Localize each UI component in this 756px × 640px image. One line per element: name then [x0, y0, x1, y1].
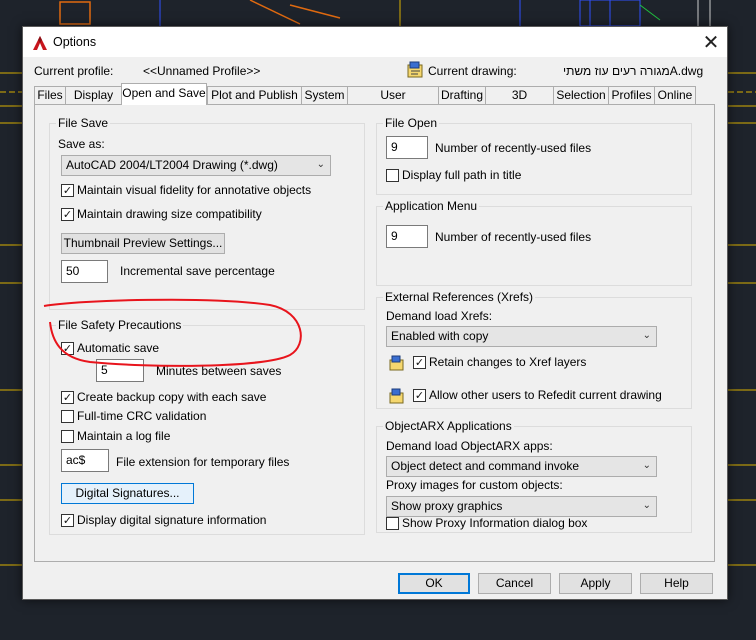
xrefs-title: External References (Xrefs)	[383, 290, 536, 304]
drawing-size-checkbox[interactable]: ✓	[61, 208, 74, 221]
file-safety-group: File Safety Precautions ✓ Automatic save…	[49, 318, 365, 535]
file-save-title: File Save	[56, 116, 111, 130]
save-as-dropdown[interactable]: AutoCAD 2004/LT2004 Drawing (*.dwg) ⌄	[61, 155, 331, 176]
digital-signatures-button[interactable]: Digital Signatures...	[61, 483, 194, 504]
save-as-label: Save as:	[58, 137, 105, 151]
tab-selection[interactable]: Selection	[553, 86, 609, 105]
drawing-size-label: Maintain drawing size compatibility	[77, 207, 262, 221]
demand-load-arx-dropdown[interactable]: Object detect and command invoke ⌄	[386, 456, 657, 477]
retain-xref-checkbox[interactable]: ✓	[413, 356, 426, 369]
chevron-down-icon: ⌄	[642, 460, 651, 471]
tab-drafting[interactable]: Drafting	[438, 86, 486, 105]
close-icon[interactable]: ✕	[695, 27, 727, 57]
proxy-images-dropdown[interactable]: Show proxy graphics ⌄	[386, 496, 657, 517]
demand-load-arx-value: Object detect and command invoke	[391, 459, 580, 473]
file-save-group: File Save Save as: AutoCAD 2004/LT2004 D…	[49, 116, 365, 310]
options-dialog: Options ✕ Current profile: <<Unnamed Pro…	[22, 26, 728, 600]
visual-fidelity-checkbox[interactable]: ✓	[61, 184, 74, 197]
help-button[interactable]: Help	[640, 573, 713, 594]
file-open-title: File Open	[383, 116, 440, 130]
xrefs-group: External References (Xrefs) Demand load …	[376, 290, 692, 409]
tab-plot-and-publish[interactable]: Plot and Publish	[207, 86, 302, 105]
automatic-save-label: Automatic save	[77, 341, 160, 355]
demand-load-xrefs-value: Enabled with copy	[391, 329, 489, 343]
current-drawing-label: Current drawing:	[428, 64, 517, 78]
minutes-between-saves-label: Minutes between saves	[156, 364, 282, 378]
thumbnail-preview-button[interactable]: Thumbnail Preview Settings...	[61, 233, 225, 254]
current-drawing-value: מגורה רעים עוז משתיA.dwg	[563, 64, 704, 78]
crc-validation-label: Full-time CRC validation	[77, 409, 207, 423]
log-file-label: Maintain a log file	[77, 429, 171, 443]
tab-system[interactable]: System	[301, 86, 348, 105]
backup-copy-checkbox[interactable]: ✓	[61, 391, 74, 404]
file-safety-title: File Safety Precautions	[56, 318, 184, 332]
tab-profiles[interactable]: Profiles	[608, 86, 655, 105]
display-signature-checkbox[interactable]: ✓	[61, 514, 74, 527]
allow-refedit-label: Allow other users to Refedit current dra…	[429, 388, 662, 402]
minutes-between-saves-input[interactable]: 5	[96, 359, 144, 382]
incremental-save-label: Incremental save percentage	[120, 264, 275, 278]
autocad-logo-icon	[33, 36, 47, 50]
automatic-save-checkbox[interactable]: ✓	[61, 342, 74, 355]
file-open-group: File Open 9 Number of recently-used file…	[376, 116, 692, 195]
ok-button[interactable]: OK	[398, 573, 470, 594]
open-and-save-page: File Save Save as: AutoCAD 2004/LT2004 D…	[34, 104, 715, 562]
tab-open-and-save[interactable]: Open and Save	[121, 83, 207, 105]
application-menu-title: Application Menu	[383, 199, 480, 213]
objectarx-group: ObjectARX Applications Demand load Objec…	[376, 419, 692, 533]
app-menu-recent-input[interactable]: 9	[386, 225, 428, 248]
tab-online[interactable]: Online	[654, 86, 696, 105]
retain-xref-label: Retain changes to Xref layers	[429, 355, 587, 369]
crc-validation-checkbox[interactable]	[61, 410, 74, 423]
demand-load-xrefs-label: Demand load Xrefs:	[386, 309, 493, 323]
dialog-title: Options	[53, 35, 97, 49]
full-path-label: Display full path in title	[402, 168, 522, 182]
temp-extension-input[interactable]: ac$	[61, 449, 109, 472]
chevron-down-icon: ⌄	[642, 500, 651, 511]
application-menu-group: Application Menu 9 Number of recently-us…	[376, 199, 692, 286]
current-profile-value: <<Unnamed Profile>>	[143, 64, 261, 78]
objectarx-title: ObjectARX Applications	[383, 419, 514, 433]
full-path-checkbox[interactable]	[386, 169, 399, 182]
tab-files[interactable]: Files	[34, 86, 66, 105]
tab-display[interactable]: Display	[65, 86, 122, 105]
current-profile-label: Current profile:	[34, 64, 114, 78]
allow-refedit-checkbox[interactable]: ✓	[413, 389, 426, 402]
dialog-titlebar[interactable]: Options ✕	[23, 27, 727, 57]
file-open-recent-label: Number of recently-used files	[435, 141, 592, 155]
drawing-file-icon	[407, 61, 423, 78]
visual-fidelity-label: Maintain visual fidelity for annotative …	[77, 183, 312, 197]
app-menu-recent-label: Number of recently-used files	[435, 230, 592, 244]
log-file-checkbox[interactable]	[61, 430, 74, 443]
proxy-images-label: Proxy images for custom objects:	[386, 478, 563, 492]
show-proxy-checkbox[interactable]	[386, 517, 399, 530]
demand-load-arx-label: Demand load ObjectARX apps:	[386, 439, 553, 453]
tab-3d-modeling[interactable]: 3D Modeling	[485, 86, 554, 119]
temp-extension-label: File extension for temporary files	[116, 455, 290, 469]
tab-user-preferences[interactable]: User Preferences	[347, 86, 439, 119]
chevron-down-icon: ⌄	[316, 159, 325, 170]
file-open-recent-input[interactable]: 9	[386, 136, 428, 159]
apply-button[interactable]: Apply	[559, 573, 632, 594]
chevron-down-icon: ⌄	[642, 330, 651, 341]
demand-load-xrefs-dropdown[interactable]: Enabled with copy ⌄	[386, 326, 657, 347]
show-proxy-label: Show Proxy Information dialog box	[402, 516, 588, 530]
save-as-value: AutoCAD 2004/LT2004 Drawing (*.dwg)	[66, 158, 278, 172]
backup-copy-label: Create backup copy with each save	[77, 390, 267, 404]
display-signature-label: Display digital signature information	[77, 513, 267, 527]
refedit-icon	[389, 388, 404, 404]
incremental-save-input[interactable]: 50	[61, 260, 108, 283]
proxy-images-value: Show proxy graphics	[391, 499, 503, 513]
cancel-button[interactable]: Cancel	[478, 573, 551, 594]
xref-layer-icon	[389, 355, 404, 371]
